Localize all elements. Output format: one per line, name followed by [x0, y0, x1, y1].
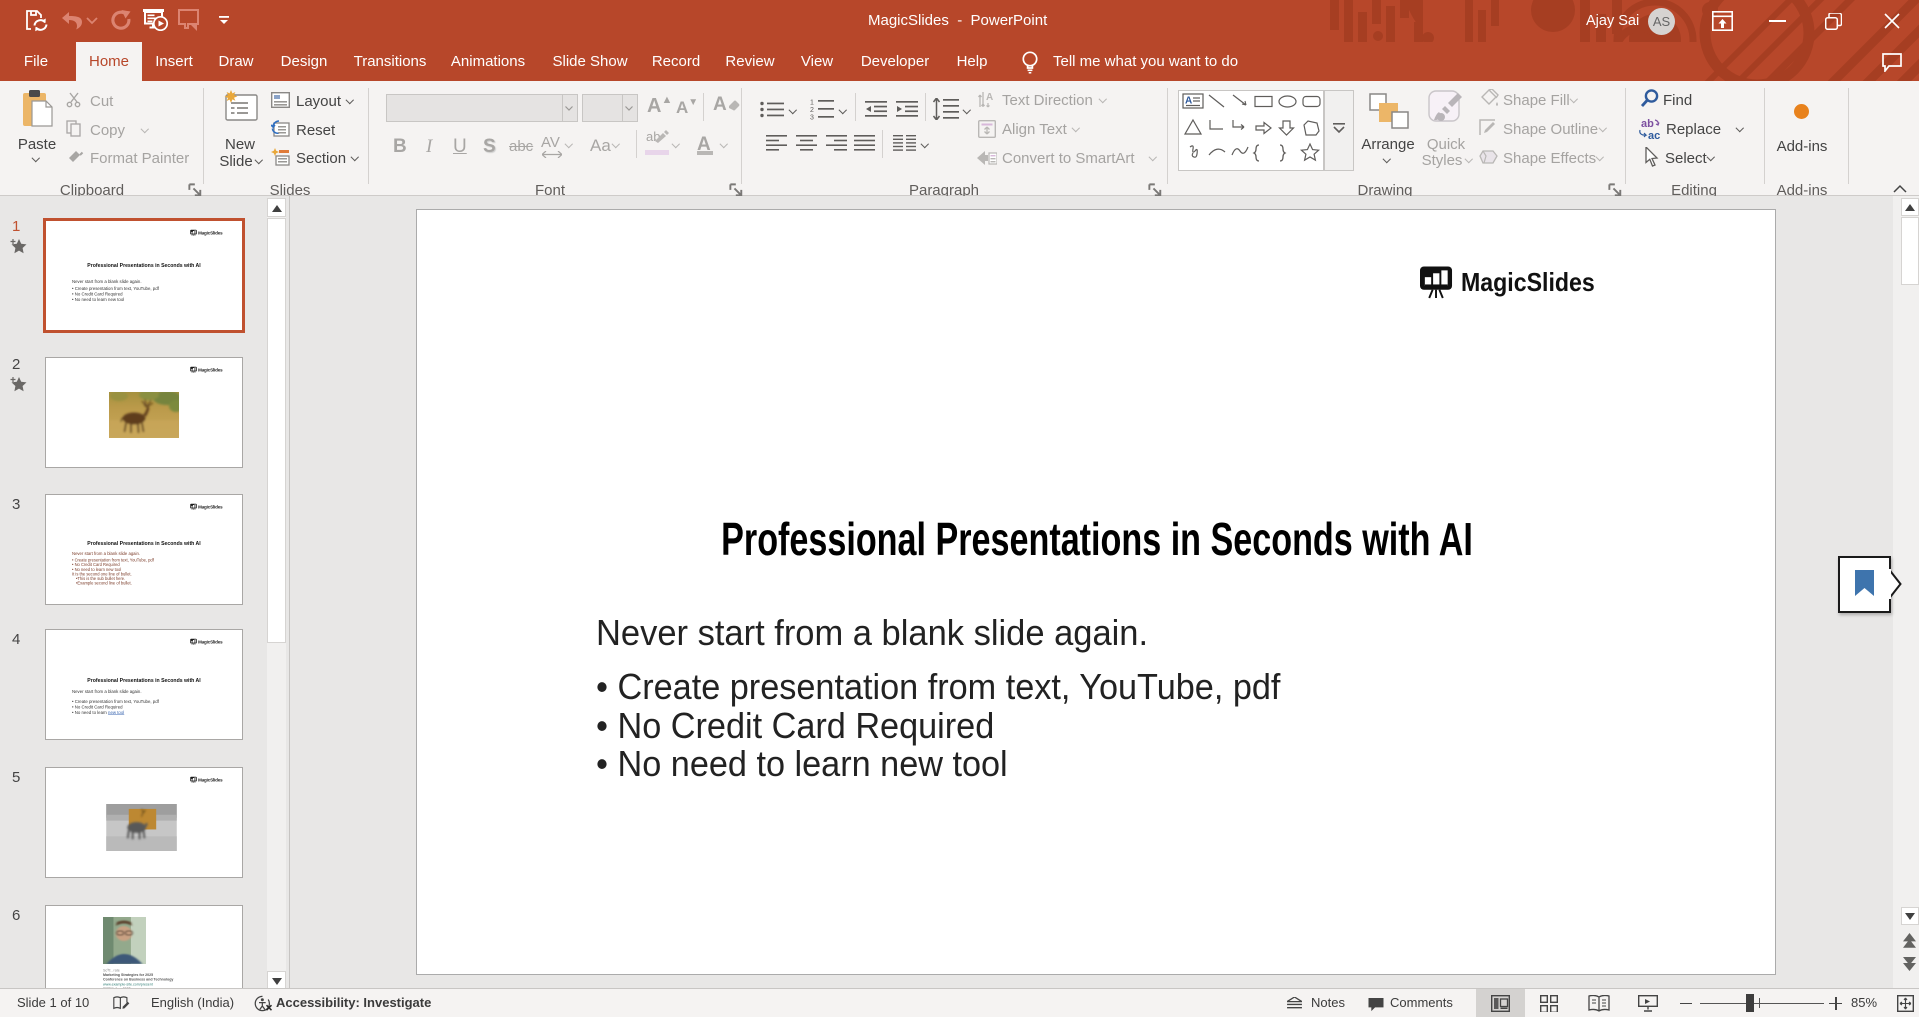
svg-text:A: A [986, 92, 993, 103]
svg-text:3: 3 [810, 115, 814, 121]
svg-text:1: 1 [810, 100, 814, 107]
svg-text:ab: ab [1641, 118, 1654, 130]
svg-text:ac: ac [1648, 130, 1660, 141]
svg-text:2: 2 [810, 107, 814, 114]
svg-text:A: A [1185, 96, 1192, 107]
